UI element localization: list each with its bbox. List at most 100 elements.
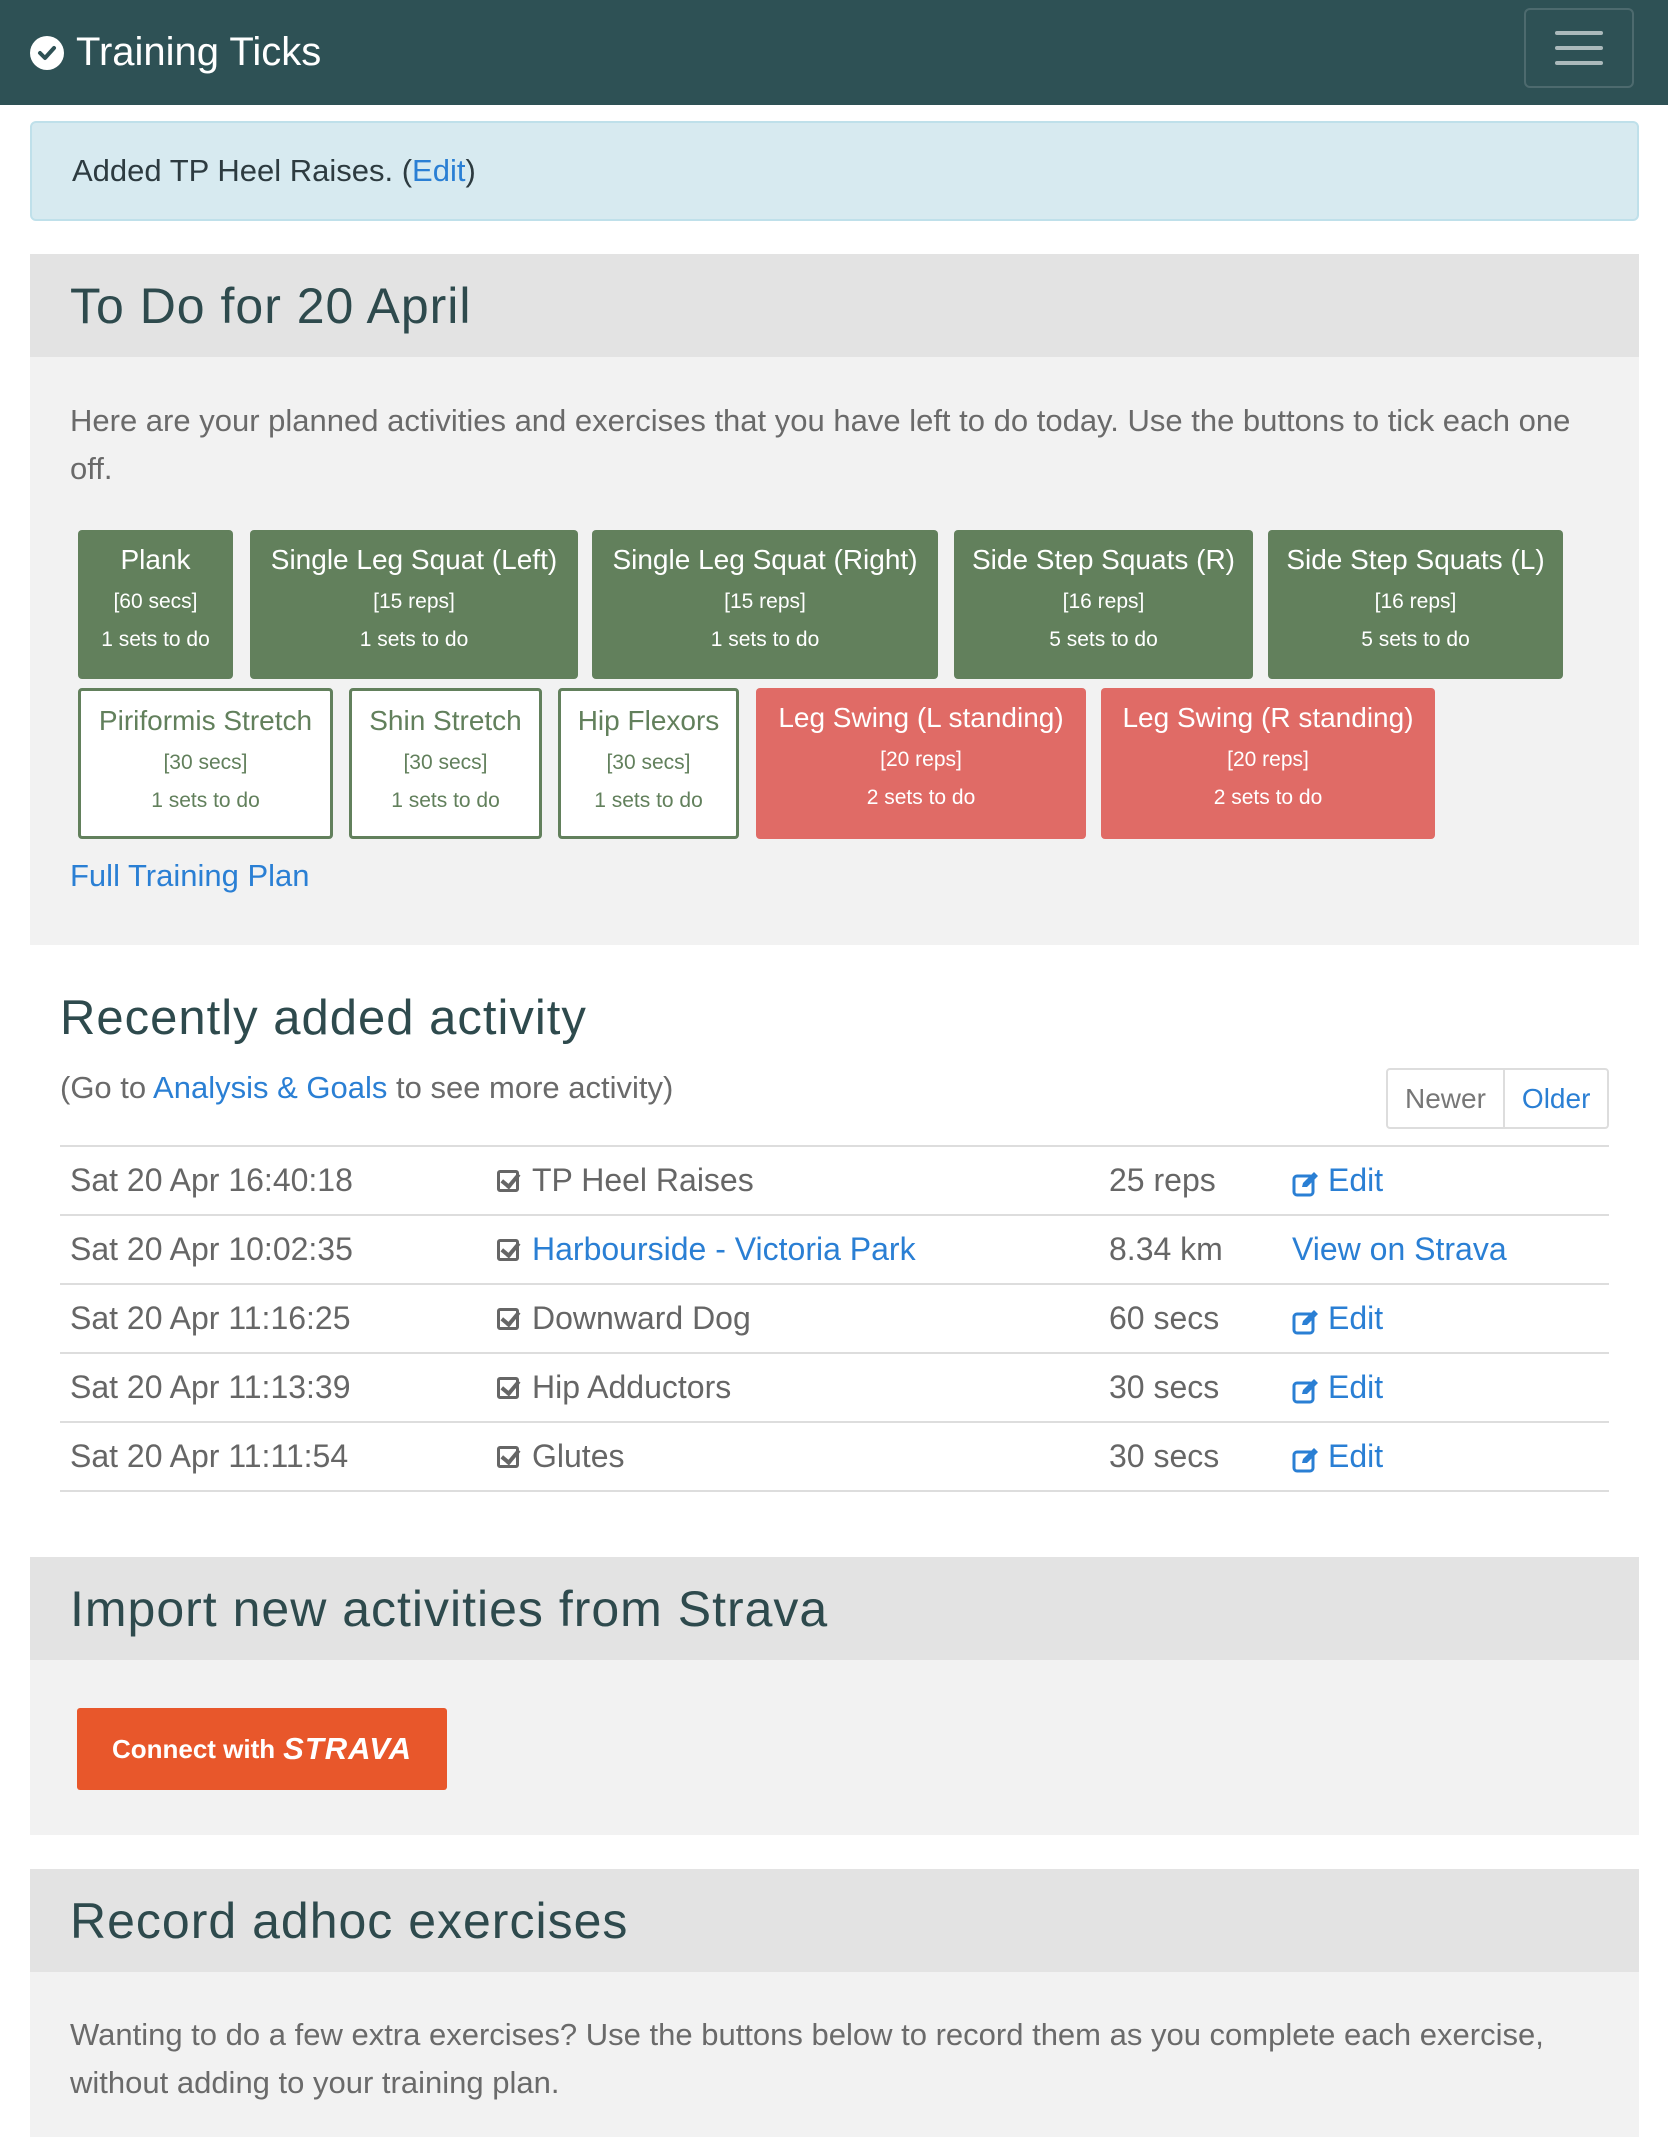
todo-description: Here are your planned activities and exe… xyxy=(70,403,1571,486)
activity-action-label: Edit xyxy=(1328,1162,1384,1198)
activity-name: TP Heel Raises xyxy=(532,1162,754,1198)
todo-button-title: Leg Swing (R standing) xyxy=(1122,702,1414,733)
brand-title: Training Ticks xyxy=(76,30,322,74)
todo-button[interactable]: Leg Swing (L standing) [20 reps] 2 sets to… xyxy=(756,688,1086,839)
todo-button[interactable]: Side Step Squats (R) [16 reps] 5 sets to d… xyxy=(954,530,1253,679)
activity-action-label: Edit xyxy=(1328,1300,1384,1336)
todo-button-detail: [30 secs] xyxy=(403,751,488,774)
todo-button-sets: 1 sets to do xyxy=(594,789,703,812)
edit-icon xyxy=(1292,1444,1318,1472)
activity-table: Sat 20 Apr 16:40:18 TP Heel Raises 25 reps… xyxy=(60,1145,1609,1492)
check-square-icon xyxy=(497,1169,519,1192)
full-training-plan-link[interactable]: Full Training Plan xyxy=(70,858,310,894)
todo-button-detail: [60 secs] xyxy=(113,590,198,613)
todo-button[interactable]: Side Step Squats (L) [16 reps] 5 sets to d… xyxy=(1268,530,1563,679)
activity-action-label: Edit xyxy=(1328,1369,1384,1405)
todo-button[interactable]: Plank [60 secs] 1 sets to do xyxy=(78,530,233,679)
strava-logo-text: STRAVA xyxy=(283,1731,413,1766)
todo-title: To Do for 20 April xyxy=(30,254,1639,357)
hamburger-icon xyxy=(1555,31,1603,35)
todo-button-sets: 2 sets to do xyxy=(1213,786,1323,809)
newer-button[interactable]: Newer xyxy=(1388,1070,1505,1127)
todo-button[interactable]: Single Leg Squat (Left) [15 reps] 1 sets t… xyxy=(250,530,578,679)
view-on-strava-link[interactable]: View on Strava xyxy=(1292,1216,1507,1283)
activity-amount: 8.34 km xyxy=(1109,1231,1223,1267)
check-square-icon xyxy=(497,1376,519,1399)
todo-button[interactable]: Hip Flexors [30 secs] 1 sets to do xyxy=(558,688,739,839)
todo-button-sets: 5 sets to do xyxy=(1049,628,1158,651)
todo-button-title: Shin Stretch xyxy=(369,705,522,736)
todo-button[interactable]: Piriformis Stretch [30 secs] 1 sets to do xyxy=(78,688,333,839)
activity-amount: 60 secs xyxy=(1109,1300,1220,1336)
connect-with-strava-button[interactable]: Connect with STRAVA xyxy=(77,1708,447,1790)
activity-amount: 25 reps xyxy=(1109,1162,1216,1198)
activity-action-label: View on Strava xyxy=(1292,1231,1507,1267)
activity-name: Glutes xyxy=(532,1438,625,1474)
edit-icon xyxy=(1292,1306,1318,1334)
adhoc-card: Record adhoc exercises Wanting to do a f… xyxy=(30,1869,1639,2137)
strava-title: Import new activities from Strava xyxy=(30,1557,1639,1660)
activity-date: Sat 20 Apr 10:02:35 xyxy=(70,1231,353,1267)
edit-activity-link[interactable]: Edit xyxy=(1292,1285,1383,1352)
todo-button[interactable]: Single Leg Squat (Right) [15 reps] 1 sets … xyxy=(592,530,938,679)
activity-amount: 30 secs xyxy=(1109,1369,1220,1405)
table-row: Sat 20 Apr 11:13:39 Hip Adductors 30 secs E… xyxy=(60,1354,1609,1423)
edit-activity-link[interactable]: Edit xyxy=(1292,1147,1383,1214)
activity-name-link[interactable]: Harbourside - Victoria Park xyxy=(532,1231,916,1268)
older-button[interactable]: Older xyxy=(1505,1070,1607,1127)
activity-name: Hip Adductors xyxy=(532,1369,732,1405)
todo-button-sets: 1 sets to do xyxy=(101,628,210,651)
adhoc-title: Record adhoc exercises xyxy=(30,1869,1639,1972)
todo-button-sets: 1 sets to do xyxy=(359,628,469,651)
strava-button-prefix: Connect with xyxy=(111,1733,276,1764)
todo-button-title: Plank xyxy=(120,544,191,575)
todo-button-sets: 1 sets to do xyxy=(710,628,820,651)
activity-pager: Newer Older xyxy=(1386,1068,1610,1129)
todo-button[interactable]: Leg Swing (R standing) [20 reps] 2 sets to… xyxy=(1101,688,1435,839)
table-row: Sat 20 Apr 11:11:54 Glutes 30 secs Edit xyxy=(60,1423,1609,1492)
adhoc-description: Wanting to do a few extra exercises? Use… xyxy=(70,2017,1544,2100)
todo-card: To Do for 20 April Here are your planned… xyxy=(30,254,1639,945)
activity-date: Sat 20 Apr 11:11:54 xyxy=(70,1438,349,1474)
todo-button-detail: [16 reps] xyxy=(1062,590,1145,613)
todo-button-title: Single Leg Squat (Left) xyxy=(270,544,558,575)
check-square-icon xyxy=(497,1307,519,1330)
edit-activity-link[interactable]: Edit xyxy=(1292,1423,1383,1490)
activity-name: Downward Dog xyxy=(532,1300,751,1336)
todo-button-detail: [20 reps] xyxy=(880,748,962,771)
todo-button-detail: [30 secs] xyxy=(163,751,248,774)
todo-button-title: Side Step Squats (L) xyxy=(1286,544,1545,575)
activity-name-cell: Hip Adductors xyxy=(497,1354,731,1421)
check-circle-icon xyxy=(30,35,64,70)
edit-activity-link[interactable]: Edit xyxy=(1292,1354,1383,1421)
table-row: Sat 20 Apr 10:02:35 Harbourside - Victori… xyxy=(60,1216,1609,1285)
todo-button-sets: 2 sets to do xyxy=(866,786,976,809)
todo-button-detail: [30 secs] xyxy=(606,751,691,774)
todo-button-detail: [20 reps] xyxy=(1227,748,1309,771)
analysis-goals-link[interactable]: Analysis & Goals xyxy=(153,1070,387,1105)
todo-button-title: Side Step Squats (R) xyxy=(971,544,1236,575)
alert-text: Added TP Heel Raises. ( xyxy=(72,153,413,188)
strava-card: Import new activities from Strava xyxy=(30,1557,1639,1835)
activity-action-label: Edit xyxy=(1328,1438,1384,1474)
alert-suffix: ) xyxy=(465,153,476,188)
todo-button-title: Hip Flexors xyxy=(577,705,720,736)
brand-link[interactable]: Training Ticks xyxy=(30,0,321,105)
check-square-icon xyxy=(497,1445,519,1468)
activity-amount: 30 secs xyxy=(1109,1438,1220,1474)
edit-icon xyxy=(1292,1168,1318,1196)
activity-date: Sat 20 Apr 11:13:39 xyxy=(70,1369,351,1405)
hamburger-menu-button[interactable] xyxy=(1524,8,1634,88)
recent-activity-title: Recently added activity xyxy=(60,991,587,1045)
activity-date: Sat 20 Apr 16:40:18 xyxy=(70,1162,353,1198)
navbar: Training Ticks xyxy=(0,0,1668,105)
todo-button-sets: 1 sets to do xyxy=(151,789,260,812)
todo-button-sets: 1 sets to do xyxy=(391,789,500,812)
todo-button-title: Leg Swing (L standing) xyxy=(778,702,1064,733)
recent-activity-subtitle: (Go to Analysis & Goals to see more acti… xyxy=(60,1070,674,1105)
todo-button-detail: [16 reps] xyxy=(1374,590,1457,613)
todo-button-title: Piriformis Stretch xyxy=(98,705,313,736)
alert-edit-link[interactable]: Edit xyxy=(412,153,465,189)
todo-button-sets: 5 sets to do xyxy=(1361,628,1470,651)
todo-button[interactable]: Shin Stretch [30 secs] 1 sets to do xyxy=(349,688,542,839)
